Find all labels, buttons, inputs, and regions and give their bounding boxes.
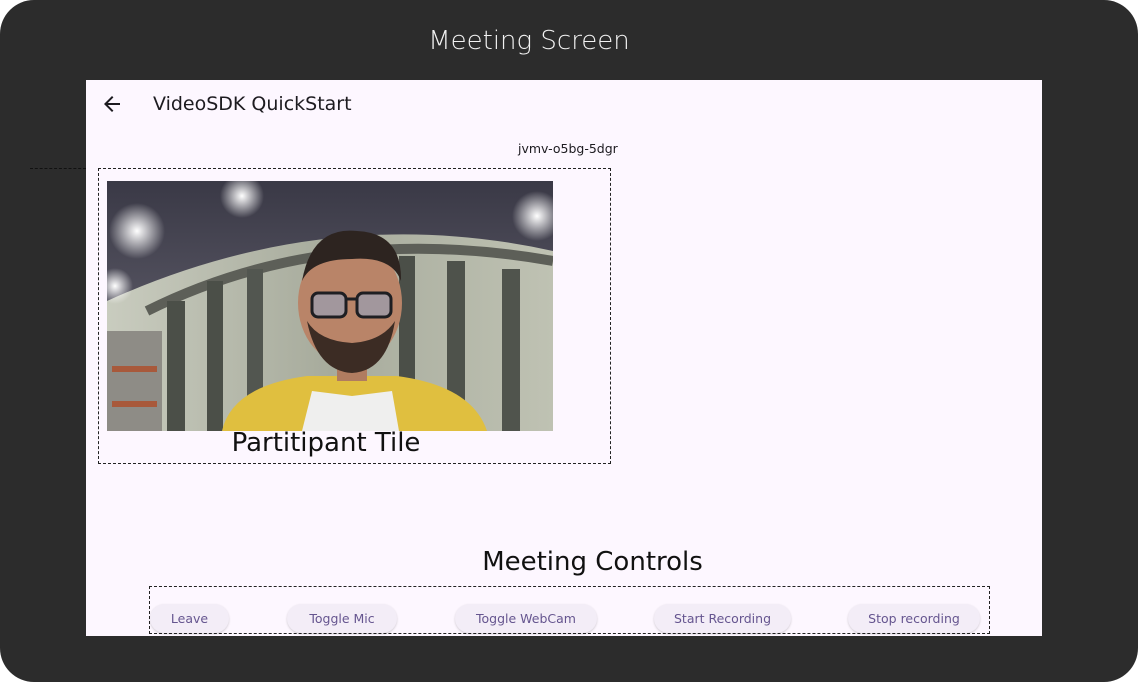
frame-title: Meeting Screen bbox=[428, 26, 630, 56]
app-title: VideoSDK QuickStart bbox=[153, 93, 352, 115]
annotation-connector-line bbox=[30, 168, 86, 169]
start-recording-button[interactable]: Start Recording bbox=[654, 604, 791, 633]
meeting-controls-caption: Meeting Controls bbox=[482, 547, 703, 577]
meeting-id: jvmv-o5bg-5dgr bbox=[518, 141, 618, 156]
stop-recording-button[interactable]: Stop recording bbox=[848, 604, 980, 633]
arrow-left-icon[interactable] bbox=[100, 92, 124, 116]
toggle-webcam-button[interactable]: Toggle WebCam bbox=[455, 604, 597, 633]
app-screen: VideoSDK QuickStart jvmv-o5bg-5dgr Parti… bbox=[86, 80, 1042, 636]
mockup-frame: Meeting Screen VideoSDK QuickStart jvmv-… bbox=[0, 0, 1138, 682]
toggle-mic-button[interactable]: Toggle Mic bbox=[287, 604, 397, 633]
participant-video bbox=[107, 181, 553, 431]
leave-button[interactable]: Leave bbox=[150, 604, 229, 633]
participant-tile-caption: Partitipant Tile bbox=[231, 428, 421, 458]
